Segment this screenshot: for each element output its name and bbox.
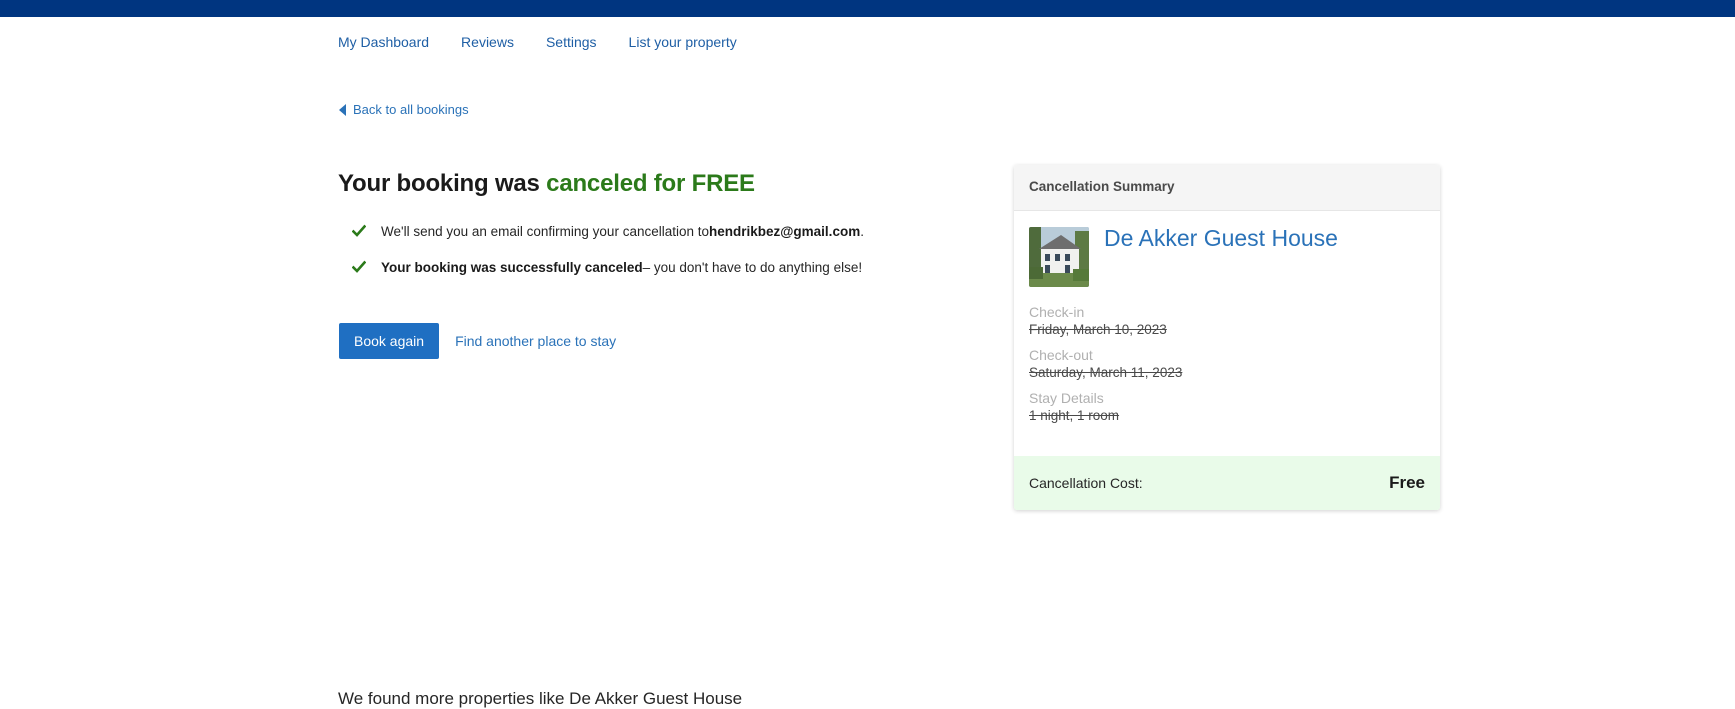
back-link-label: Back to all bookings — [353, 102, 469, 117]
page-title: Your booking was canceled for FREE — [338, 170, 755, 198]
cost-value: Free — [1389, 473, 1425, 492]
find-another-place-link[interactable]: Find another place to stay — [455, 333, 616, 349]
email-text-before: We'll send you an email confirming your … — [381, 223, 709, 239]
cost-label: Cancellation Cost: — [1029, 475, 1143, 491]
checkin-label: Check-in — [1029, 304, 1085, 320]
title-prefix: Your booking was — [338, 170, 547, 197]
checkmark-icon — [352, 224, 366, 237]
nav-my-dashboard[interactable]: My Dashboard — [338, 34, 429, 50]
confirmation-list: We'll send you an email confirming your … — [352, 220, 972, 292]
checkmark-icon — [352, 260, 366, 273]
checkin-detail: Check-in Friday, March 10, 2023 — [1014, 303, 1440, 339]
stay-label: Stay Details — [1029, 390, 1104, 406]
nav-list-your-property[interactable]: List your property — [629, 34, 737, 50]
action-row: Book again Find another place to stay — [339, 323, 616, 359]
stay-value: 1 night, 1 room — [1029, 408, 1120, 423]
checkout-value: Saturday, March 11, 2023 — [1029, 365, 1183, 380]
cancellation-cost-row: Cancellation Cost: Free — [1014, 456, 1440, 510]
more-properties-heading: We found more properties like De Akker G… — [338, 689, 743, 708]
checkout-detail: Check-out Saturday, March 11, 2023 — [1014, 346, 1440, 382]
canceled-text-after: – you don't have to do anything else! — [642, 259, 863, 275]
confirmation-item-email: We'll send you an email confirming your … — [352, 220, 972, 242]
confirmation-item-canceled: Your booking was successfully canceled –… — [352, 256, 972, 278]
hotel-name-link[interactable]: De Akker Guest House — [1104, 225, 1338, 252]
back-to-bookings-link[interactable]: Back to all bookings — [339, 102, 469, 117]
canceled-statement: Your booking was successfully canceled — [381, 259, 643, 275]
checkout-label: Check-out — [1029, 347, 1093, 363]
email-text-after: . — [860, 223, 864, 239]
title-highlight: canceled for FREE — [546, 170, 755, 197]
checkin-value: Friday, March 10, 2023 — [1029, 322, 1167, 337]
stay-detail: Stay Details 1 night, 1 room — [1014, 389, 1440, 425]
cancellation-summary-card: Cancellation Summary De Akker Guest Hous… — [1014, 165, 1440, 510]
account-nav: My Dashboard Reviews Settings List your … — [338, 31, 769, 53]
stay-details: Check-in Friday, March 10, 2023 Check-ou… — [1014, 303, 1440, 425]
hotel-info: De Akker Guest House — [1014, 211, 1440, 293]
nav-reviews[interactable]: Reviews — [461, 34, 514, 50]
nav-settings[interactable]: Settings — [546, 34, 597, 50]
summary-header: Cancellation Summary — [1014, 165, 1440, 211]
top-brand-bar — [0, 0, 1735, 17]
hotel-photo[interactable] — [1029, 227, 1089, 287]
email-address: hendrikbez@gmail.com — [709, 223, 861, 239]
book-again-button[interactable]: Book again — [339, 323, 440, 359]
caret-left-icon — [339, 103, 346, 116]
